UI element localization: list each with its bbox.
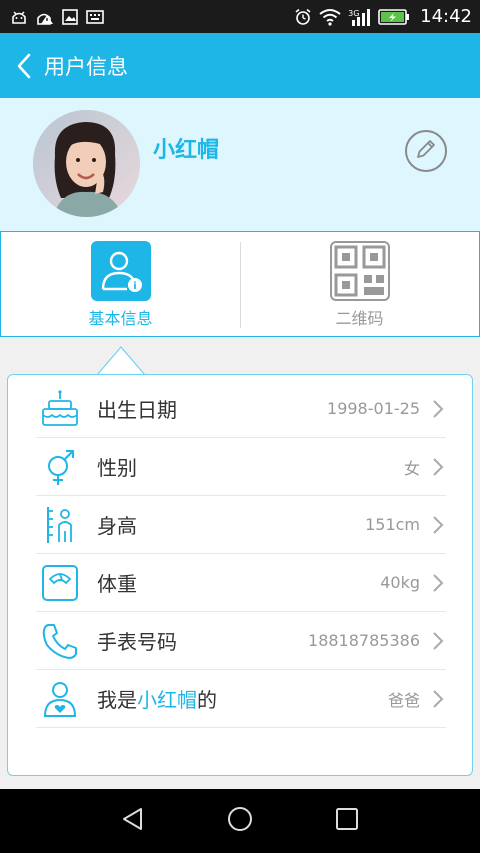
chevron-right-icon bbox=[433, 631, 444, 650]
nav-back-button[interactable] bbox=[117, 805, 149, 837]
list-item-relation[interactable]: 我是小红帽的 爸爸 bbox=[36, 670, 446, 728]
list-item-weight[interactable]: 体重 40kg bbox=[36, 554, 446, 612]
list-item-watch-number[interactable]: 手表号码 18818785386 bbox=[36, 612, 446, 670]
cake-icon bbox=[38, 387, 82, 431]
chevron-right-icon bbox=[433, 515, 444, 534]
row-label-relation: 我是小红帽的 bbox=[97, 684, 217, 713]
row-value-weight: 40kg bbox=[380, 573, 420, 592]
battery-charging-icon bbox=[378, 8, 410, 25]
tab-qr-code-label: 二维码 bbox=[335, 309, 384, 328]
chevron-left-icon[interactable] bbox=[4, 33, 44, 98]
relation-suffix: 的 bbox=[197, 688, 217, 712]
square-recents-icon bbox=[335, 807, 359, 835]
chevron-right-icon bbox=[433, 573, 444, 592]
avatar[interactable] bbox=[33, 110, 140, 217]
android-warning-icon bbox=[36, 9, 54, 25]
tab-bar: i 基本信息 二维码 bbox=[0, 231, 480, 337]
alarm-icon bbox=[294, 8, 312, 26]
tab-qr-code[interactable]: 二维码 bbox=[240, 232, 479, 336]
list-item-height[interactable]: 身高 151cm bbox=[36, 496, 446, 554]
list-item-gender[interactable]: 性别 女 bbox=[36, 438, 446, 496]
nickname: 小红帽 bbox=[153, 138, 220, 163]
tab-basic-info-label: 基本信息 bbox=[88, 309, 153, 328]
svg-text:i: i bbox=[133, 281, 136, 292]
relation-nickname: 小红帽 bbox=[137, 688, 197, 712]
tab-basic-info[interactable]: i 基本信息 bbox=[1, 232, 240, 336]
row-value-watch-number: 18818785386 bbox=[308, 631, 420, 650]
row-label-birthday: 出生日期 bbox=[97, 398, 177, 422]
chevron-right-icon bbox=[433, 399, 444, 418]
pencil-icon bbox=[414, 137, 438, 165]
qr-code-icon bbox=[329, 241, 390, 301]
wifi-icon bbox=[318, 8, 342, 26]
circle-home-icon bbox=[226, 805, 254, 837]
row-label-gender: 性别 bbox=[97, 456, 137, 480]
row-value-relation: 爸爸 bbox=[387, 690, 420, 710]
signal-icon: 3G bbox=[348, 7, 372, 27]
row-value-birthday: 1998-01-25 bbox=[327, 399, 420, 418]
app-bar: 用户信息 bbox=[0, 33, 480, 98]
row-value-height: 151cm bbox=[365, 515, 420, 534]
android-debug-icon bbox=[10, 9, 28, 25]
tab-pointer bbox=[97, 346, 145, 376]
person-info-icon: i bbox=[90, 241, 151, 301]
profile-header: 小红帽 bbox=[0, 98, 480, 231]
row-value-gender: 女 bbox=[403, 458, 420, 478]
row-label-weight: 体重 bbox=[97, 572, 137, 596]
chevron-right-icon bbox=[433, 457, 444, 476]
gender-icon bbox=[38, 445, 82, 489]
page-title: 用户信息 bbox=[44, 54, 128, 79]
edit-profile-button[interactable] bbox=[405, 130, 447, 172]
list-item-birthday[interactable]: 出生日期 1998-01-25 bbox=[36, 380, 446, 438]
network-type-label: 3G bbox=[348, 8, 360, 18]
system-nav-bar bbox=[0, 789, 480, 853]
info-card: 出生日期 1998-01-25 性别 女 身高 151cm 体重 40kg 手表… bbox=[7, 374, 473, 776]
scale-icon bbox=[38, 561, 82, 605]
row-label-watch-number: 手表号码 bbox=[97, 630, 177, 654]
phone-icon bbox=[38, 619, 82, 663]
triangle-back-icon bbox=[120, 806, 146, 836]
chevron-right-icon bbox=[433, 689, 444, 708]
nav-recents-button[interactable] bbox=[331, 805, 363, 837]
image-icon bbox=[62, 8, 78, 25]
row-label-height: 身高 bbox=[97, 514, 137, 538]
status-bar: 3G 14:42 bbox=[0, 0, 480, 33]
relation-icon bbox=[38, 677, 82, 721]
status-time: 14:42 bbox=[420, 6, 472, 27]
keyboard-icon bbox=[86, 9, 104, 24]
height-icon bbox=[38, 503, 82, 547]
relation-prefix: 我是 bbox=[97, 688, 137, 712]
nav-home-button[interactable] bbox=[224, 805, 256, 837]
